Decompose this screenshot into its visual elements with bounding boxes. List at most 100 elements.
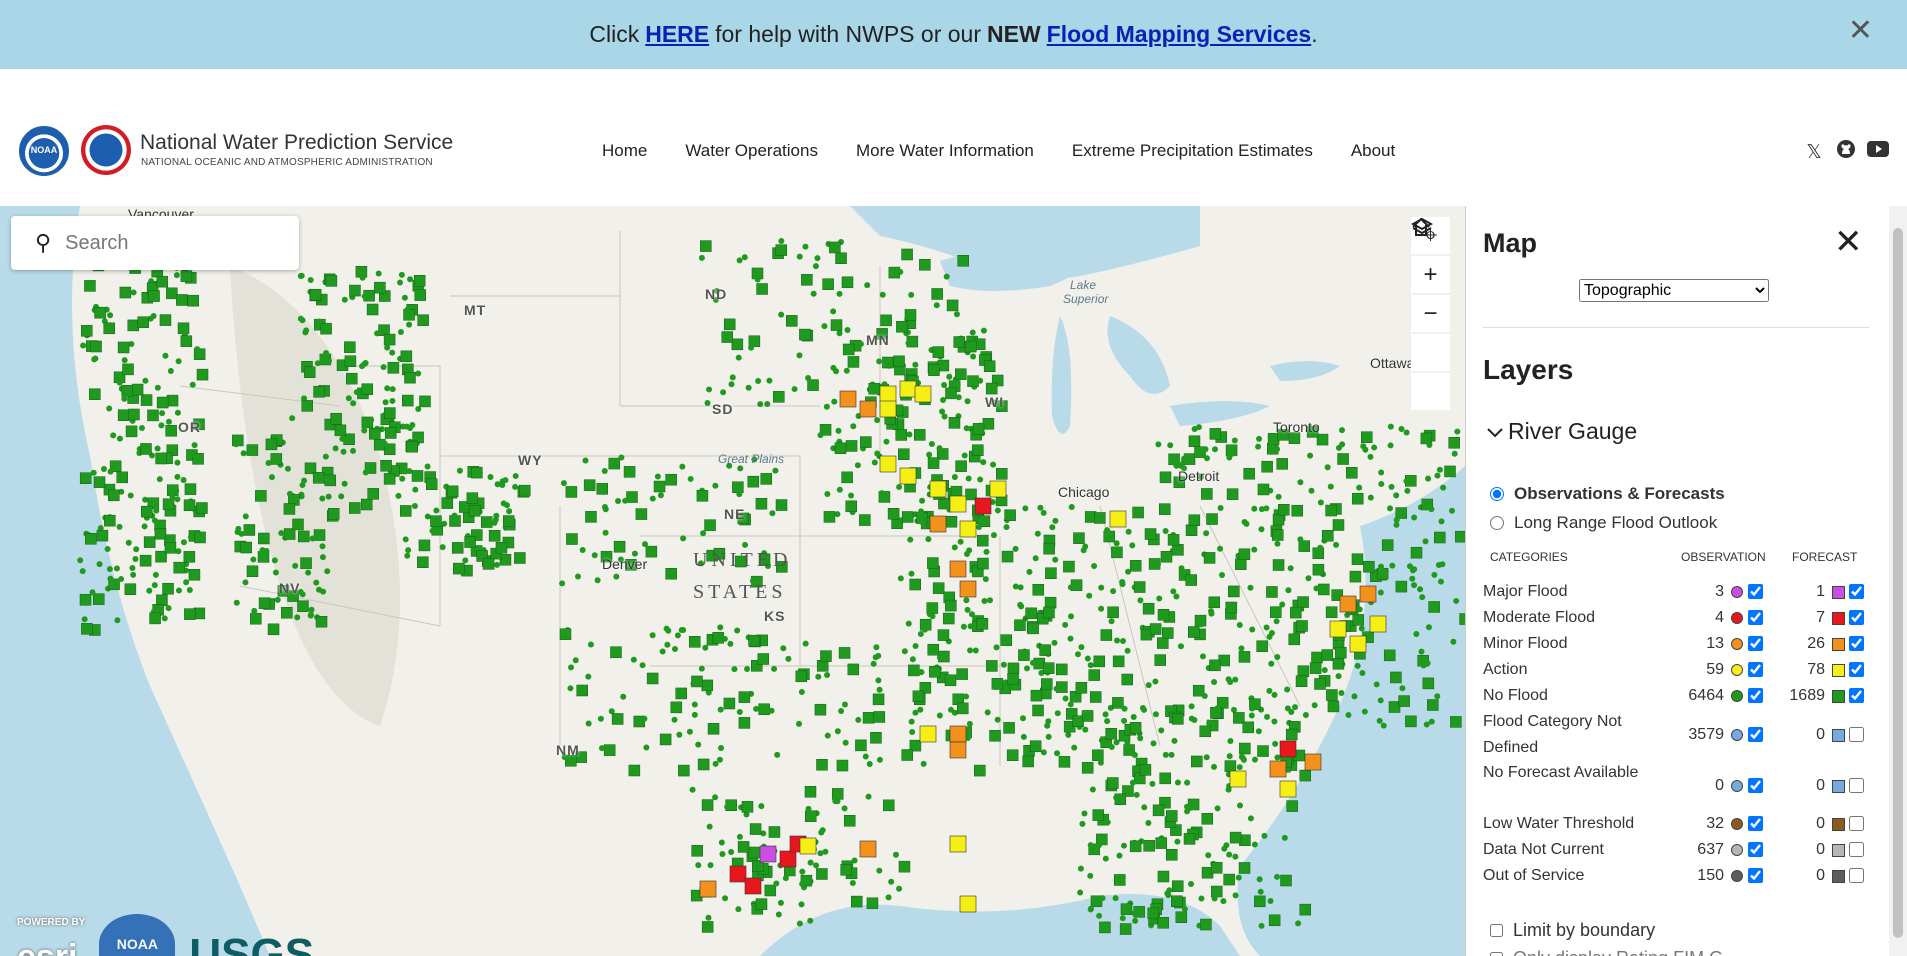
flood-status-marker [959,580,977,598]
observation-gauge-marker [943,273,950,280]
observation-gauge-marker [855,716,862,723]
forecast-checkbox[interactable] [1849,662,1864,677]
forecast-gauge-marker [804,785,817,798]
observation-gauge-marker [933,302,940,309]
forecast-gauge-marker [196,502,208,514]
panel-close-button[interactable]: ✕ [1834,222,1863,262]
forecast-checkbox[interactable] [1849,868,1864,883]
search-input[interactable] [63,230,268,256]
river-gauge-toggle[interactable]: River Gauge [1486,418,1637,445]
nav-home[interactable]: Home [602,141,647,161]
forecast-gauge-marker [117,341,130,354]
observation-checkbox[interactable] [1748,610,1763,625]
observation-gauge-marker [817,432,824,439]
observation-gauge-marker [664,641,671,648]
observation-gauge-marker [1020,733,1027,740]
radio-observations-forecasts[interactable]: Observations & Forecasts [1490,484,1725,504]
forecast-gauge-marker [1261,460,1273,473]
forecast-checkbox[interactable] [1849,777,1864,793]
observation-gauge-marker [812,263,819,270]
observation-gauge-marker [941,381,948,388]
observation-gauge-marker [180,539,187,546]
usgs-logo[interactable]: USGS [189,933,314,956]
map-view[interactable]: Vancouver MT ND MN OR SD WY WI NE NV KS … [0,206,1465,956]
observation-dot-icon [1731,779,1743,792]
forecast-gauge-marker [187,294,199,307]
nav-more-water-information[interactable]: More Water Information [856,141,1034,161]
forecast-checkbox[interactable] [1849,842,1864,857]
banner-here-link[interactable]: HERE [645,21,709,48]
observation-gauge-marker [967,623,974,630]
panel-scrollbar[interactable] [1889,206,1907,956]
observation-gauge-marker [712,760,719,767]
observation-gauge-marker [618,454,625,461]
observation-checkbox[interactable] [1748,816,1763,831]
forecast-gauge-marker [324,474,337,487]
panel-scroll-thumb[interactable] [1893,228,1903,938]
forecast-square-icon [1832,844,1845,857]
zoom-in-icon[interactable]: + [1411,256,1450,293]
nav-about[interactable]: About [1351,141,1395,161]
radio-long-range[interactable]: Long Range Flood Outlook [1490,513,1717,533]
forecast-gauge-marker [406,440,419,453]
rating-fim-checkbox[interactable] [1490,952,1503,956]
observation-gauge-marker [316,318,323,325]
observation-gauge-marker [671,646,678,653]
observation-gauge-marker [451,512,458,519]
observation-checkbox[interactable] [1748,688,1763,703]
forecast-gauge-marker [873,711,886,723]
forecast-checkbox[interactable] [1849,636,1864,651]
youtube-icon[interactable] [1867,140,1889,164]
observation-checkbox[interactable] [1748,868,1763,883]
observation-gauge-marker [381,440,388,447]
observation-gauge-marker [1377,697,1384,704]
observation-checkbox[interactable] [1748,636,1763,651]
rating-fim-option[interactable]: Only display Rating FIM G... [1490,948,1738,956]
x-icon[interactable]: 𝕏 [1803,141,1825,164]
forecast-checkbox[interactable] [1849,688,1864,703]
observation-gauge-marker [1203,530,1210,537]
observation-gauge-marker [175,548,182,555]
observation-checkbox[interactable] [1748,777,1763,793]
observation-gauge-marker [844,327,851,334]
forecast-gauge-marker [1129,722,1142,734]
observation-checkbox[interactable] [1748,662,1763,677]
radio-observations-input[interactable] [1490,487,1504,501]
layers-icon[interactable] [1411,217,1450,410]
limit-by-boundary[interactable]: Limit by boundary [1490,920,1655,941]
forecast-checkbox[interactable] [1849,726,1864,742]
forecast-gauge-marker [932,582,945,594]
forecast-gauge-marker [1175,911,1188,923]
forecast-checkbox[interactable] [1849,610,1864,625]
observation-gauge-marker [319,495,326,502]
home-icon[interactable] [1411,217,1450,371]
zoom-out-icon[interactable]: − [1411,295,1450,332]
esri-logo[interactable]: POWERED BY esri [17,906,85,956]
observation-gauge-marker [876,756,883,763]
forecast-gauge-marker [1043,542,1055,555]
forecast-gauge-marker [1297,596,1309,608]
nav-water-operations[interactable]: Water Operations [685,141,818,161]
nav-extreme-precipitation[interactable]: Extreme Precipitation Estimates [1072,141,1313,161]
forecast-gauge-marker [1092,809,1105,821]
forecast-gauge-marker [835,252,847,265]
limit-by-boundary-checkbox[interactable] [1490,924,1503,937]
site-title[interactable]: National Water Prediction Service [140,131,453,155]
banner-close-button[interactable]: ✕ [1848,16,1873,46]
radio-long-range-input[interactable] [1490,516,1504,530]
banner-flood-mapping-link[interactable]: Flood Mapping Services [1047,21,1312,48]
noaa-logo[interactable]: NOAA [19,126,69,176]
forecast-checkbox[interactable] [1849,584,1864,599]
github-icon[interactable] [1835,139,1857,165]
observation-gauge-marker [161,615,168,622]
observation-checkbox[interactable] [1748,842,1763,857]
noaa-footer-logo[interactable]: NOAA [99,914,176,956]
observation-checkbox[interactable] [1748,726,1763,742]
nws-logo[interactable] [81,125,131,175]
basemap-select[interactable]: Topographic [1579,279,1769,302]
forecast-checkbox[interactable] [1849,816,1864,831]
observation-gauge-marker [1155,441,1162,448]
observation-checkbox[interactable] [1748,584,1763,599]
flood-status-marker [1349,635,1367,653]
observation-gauge-marker [990,532,997,539]
